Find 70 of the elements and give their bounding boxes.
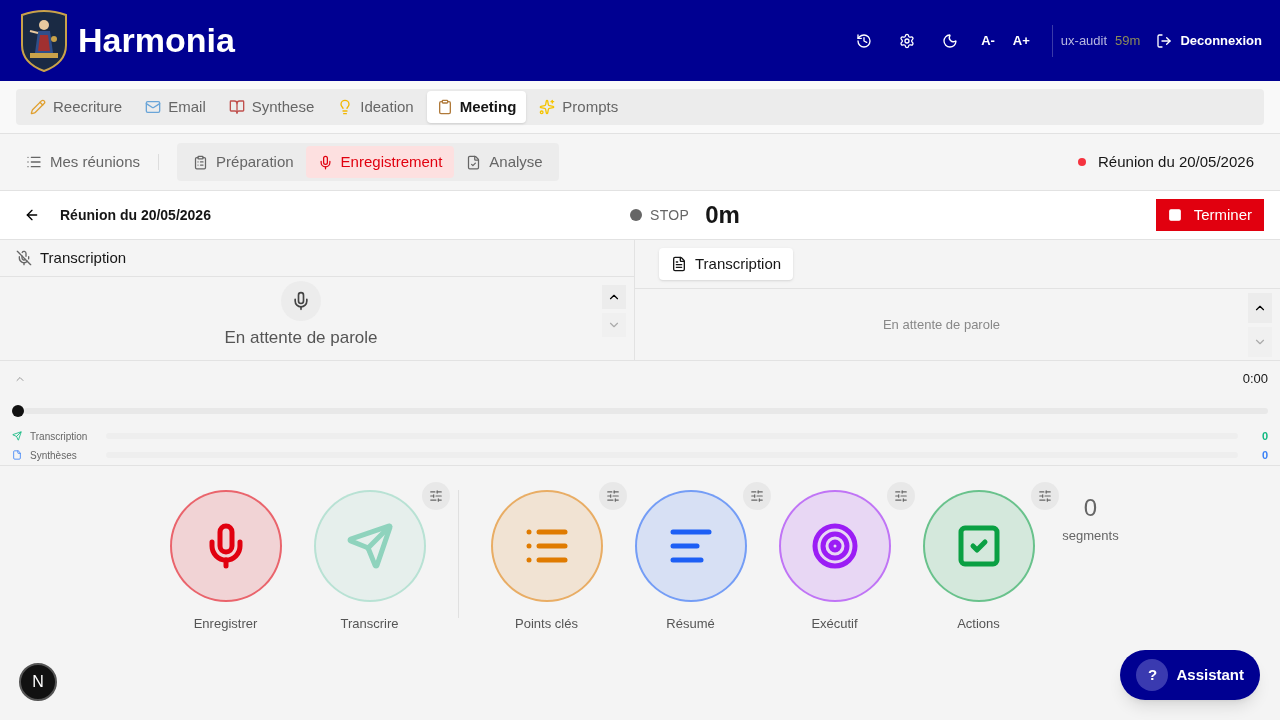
tab[interactable]: Prompts	[529, 91, 629, 123]
document-icon	[671, 256, 687, 272]
clipboard-icon	[193, 154, 209, 170]
moon-icon	[942, 32, 959, 49]
target-icon	[810, 522, 859, 570]
microphone-icon	[317, 154, 333, 170]
tab[interactable]: Reecriture	[20, 91, 133, 123]
tab[interactable]: Synthese	[218, 91, 325, 123]
stop-icon	[1167, 208, 1182, 222]
action-label: Transcrire	[340, 615, 399, 633]
sliders-icon	[1037, 489, 1052, 503]
history-icon	[856, 32, 873, 49]
file-check-icon	[466, 154, 482, 170]
muted-microphone-icon	[16, 250, 32, 266]
track-count: 0	[1261, 449, 1268, 461]
document-icon	[12, 450, 22, 460]
duration: 0m	[705, 200, 740, 230]
sliders-icon	[605, 489, 620, 503]
step-tab[interactable]: Préparation	[181, 146, 306, 178]
pencil-icon	[30, 99, 46, 115]
shield-logo	[18, 8, 70, 73]
microphone-icon	[291, 291, 311, 311]
track-label: Synthèses	[30, 448, 78, 463]
meeting-title: Réunion du 20/05/2026	[60, 205, 211, 225]
action-label: Actions	[957, 615, 1000, 633]
action-label: Points clés	[515, 615, 578, 633]
current-meeting-label: Réunion du 20/05/2026	[1098, 151, 1254, 172]
book-icon	[228, 99, 245, 115]
action-label: Exécutif	[811, 615, 858, 633]
envelope-icon	[145, 99, 162, 115]
clipboard-icon	[436, 99, 453, 115]
app-title: Harmonia	[78, 20, 235, 61]
logout-icon	[1156, 32, 1173, 49]
timeline-handle[interactable]	[12, 404, 24, 417]
username: ux-audit	[1060, 31, 1108, 50]
finish-button[interactable]: Terminer	[1155, 199, 1264, 231]
tab[interactable]: Email	[135, 91, 216, 123]
action-label: Enregistrer	[193, 615, 258, 633]
transcription-tab[interactable]: Transcription	[659, 248, 794, 280]
settings-icon	[899, 32, 916, 49]
segment-count: 0	[1083, 493, 1098, 523]
waiting-message: En attente de parole	[224, 327, 378, 349]
list-icon	[26, 154, 42, 170]
waiting-message: En attente de parole	[882, 315, 1001, 334]
font-decrease-button[interactable]: A-	[973, 22, 1003, 59]
my-meetings-button[interactable]: Mes réunions	[26, 150, 141, 174]
tab[interactable]: Ideation	[327, 91, 424, 123]
paper-plane-icon	[12, 431, 22, 441]
status-label: STOP	[650, 205, 690, 225]
tab[interactable]: Meeting	[426, 91, 527, 123]
sparkles-icon	[539, 99, 556, 115]
segment-label: segments	[1062, 527, 1119, 545]
sliders-icon	[749, 489, 764, 503]
logout-button[interactable]: Deconnexion	[1156, 30, 1262, 51]
font-increase-button[interactable]: A+	[1004, 22, 1038, 59]
step-tab[interactable]: Analyse	[454, 146, 555, 178]
back-arrow-icon	[24, 207, 40, 223]
action-label: Résumé	[666, 615, 715, 633]
track-label: Transcription	[30, 429, 89, 444]
paper-plane-icon	[345, 522, 394, 570]
session-timer: 59m	[1115, 31, 1141, 50]
sliders-icon	[428, 489, 443, 503]
step-tab[interactable]: Enregistrement	[305, 146, 455, 178]
assistant-button[interactable]: ? Assistant	[1120, 650, 1260, 700]
timeline-time: 0:00	[1242, 370, 1268, 388]
scroll-up-button[interactable]	[602, 285, 626, 309]
dev-badge[interactable]: N	[19, 663, 57, 701]
track-count: 0	[1261, 430, 1268, 442]
panel-title: Transcription	[40, 247, 127, 268]
sliders-icon	[893, 489, 908, 503]
